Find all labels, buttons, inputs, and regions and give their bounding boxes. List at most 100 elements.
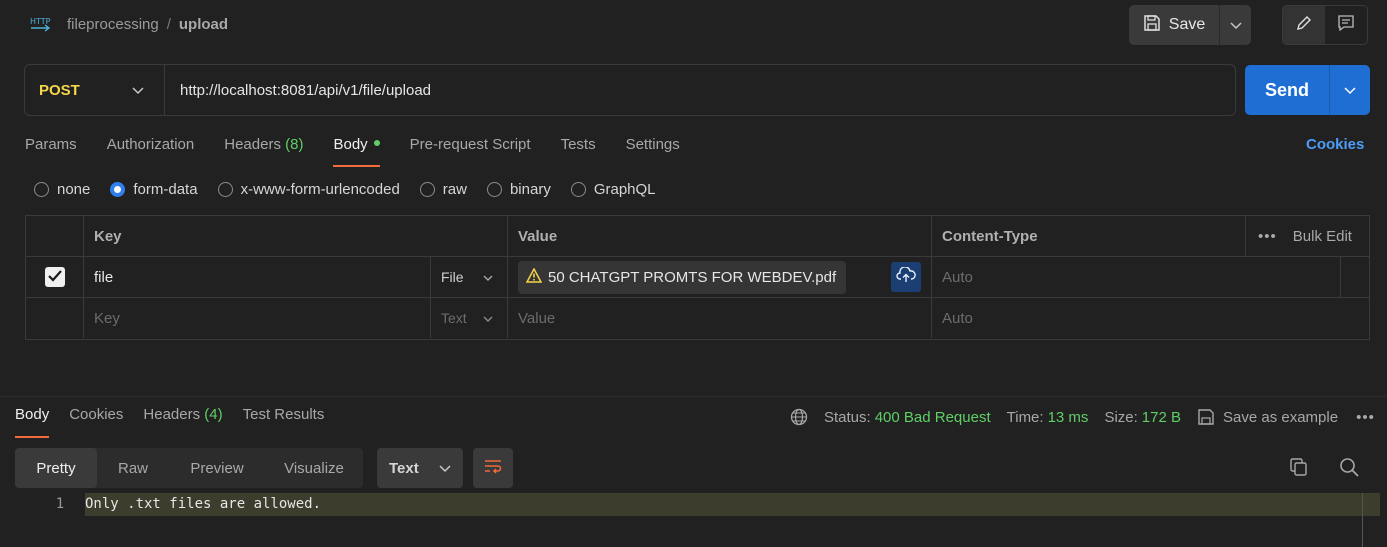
status-label: Status: <box>824 408 871 426</box>
radio-x-www-form-urlencoded[interactable]: x-www-form-urlencoded <box>217 181 400 198</box>
upload-file-button[interactable] <box>891 262 921 292</box>
view-raw[interactable]: Raw <box>97 448 169 488</box>
view-visualize[interactable]: Visualize <box>265 448 363 488</box>
table-header-row: Key Value Content-Type ••• Bulk Edit <box>26 216 1369 257</box>
file-chip[interactable]: 50 CHATGPT PROMTS FOR WEBDEV.pdf <box>518 260 847 294</box>
tab-label: Test Results <box>242 406 325 423</box>
response-tab-test-results[interactable]: Test Results <box>243 406 325 436</box>
radio-graphql[interactable]: GraphQL <box>570 181 656 198</box>
key-type-label: Text <box>441 310 467 326</box>
radio-circle-selected <box>110 182 126 197</box>
send-button-group: Send <box>1245 65 1370 115</box>
time-value: 13 ms <box>1047 408 1089 426</box>
comments-button[interactable] <box>1325 6 1367 44</box>
copy-button[interactable] <box>1288 456 1310 482</box>
radio-binary[interactable]: binary <box>486 181 551 198</box>
row-enable-checkbox[interactable] <box>44 267 65 287</box>
search-button[interactable] <box>1338 456 1360 482</box>
key-placeholder[interactable]: Key <box>83 298 430 338</box>
key-cell[interactable]: file <box>83 257 430 297</box>
radio-circle <box>486 182 502 197</box>
save-as-example-label: Save as example <box>1223 408 1339 426</box>
breadcrumb-collection[interactable]: fileprocessing <box>67 16 159 33</box>
radio-raw[interactable]: raw <box>419 181 467 198</box>
value-cell: 50 CHATGPT PROMTS FOR WEBDEV.pdf <box>507 257 931 297</box>
url-input[interactable]: http://localhost:8081/api/v1/file/upload <box>165 82 431 99</box>
content-type-placeholder[interactable]: Auto <box>931 298 1369 338</box>
bulk-edit-button[interactable]: Bulk Edit <box>1293 228 1352 245</box>
copy-icon <box>1288 458 1310 482</box>
scrollbar[interactable] <box>1362 493 1380 547</box>
tab-params[interactable]: Params <box>25 136 77 166</box>
tab-label: Tests <box>560 136 596 153</box>
radio-circle <box>419 182 435 197</box>
status-group[interactable]: Status: 400 Bad Request <box>824 409 991 426</box>
radio-circle <box>570 182 586 197</box>
cloud-upload-icon <box>896 266 916 287</box>
tab-body[interactable]: Body <box>333 136 380 167</box>
view-preview[interactable]: Preview <box>169 448 265 488</box>
save-button[interactable]: Save <box>1129 5 1219 45</box>
wrap-lines-button[interactable] <box>473 448 513 488</box>
cookies-link[interactable]: Cookies <box>1306 136 1364 153</box>
checkbox-column-header <box>26 216 83 256</box>
tab-pre-request-script[interactable]: Pre-request Script <box>410 136 531 166</box>
method-label: POST <box>39 81 80 99</box>
radio-label: form-data <box>133 181 198 198</box>
size-group[interactable]: Size: 172 B <box>1104 409 1181 426</box>
key-type-select[interactable]: File <box>430 257 507 297</box>
globe-icon[interactable] <box>790 408 808 426</box>
url-bar: POST http://localhost:8081/api/v1/file/u… <box>24 64 1236 116</box>
tab-label: Authorization <box>106 136 195 153</box>
response-tab-cookies[interactable]: Cookies <box>69 406 123 436</box>
radio-form-data[interactable]: form-data <box>110 181 198 198</box>
more-options-icon[interactable]: ••• <box>1356 409 1375 426</box>
bulk-edit-area: ••• Bulk Edit <box>1245 216 1369 256</box>
radio-label: binary <box>509 181 551 198</box>
row-enable-checkbox-cell <box>26 257 83 297</box>
chevron-down-icon <box>1229 17 1242 34</box>
response-view-toggle: Pretty Raw Preview Visualize <box>15 448 363 488</box>
table-row: Key Text Value Auto <box>26 298 1369 339</box>
response-tab-body[interactable]: Body <box>15 406 50 438</box>
edit-button[interactable] <box>1283 6 1325 44</box>
radio-none[interactable]: none <box>34 181 90 198</box>
time-group[interactable]: Time: 13 ms <box>1007 409 1089 426</box>
tab-label: Cookies <box>69 406 124 423</box>
response-tabs: Body Cookies Headers (4) Test Results <box>15 405 344 438</box>
radio-circle <box>34 182 49 197</box>
save-icon <box>1143 14 1161 37</box>
pane-divider[interactable] <box>0 396 1387 397</box>
breadcrumb-request-name[interactable]: upload <box>179 16 228 33</box>
radio-label: raw <box>442 181 467 198</box>
key-type-select[interactable]: Text <box>430 298 507 338</box>
tab-label: Headers <box>143 406 201 423</box>
pencil-icon <box>1295 14 1313 36</box>
send-button[interactable]: Send <box>1245 65 1329 115</box>
tab-settings[interactable]: Settings <box>626 136 680 166</box>
request-tabs: Params Authorization Headers (8) Body Pr… <box>25 135 710 167</box>
format-label: Text <box>389 459 419 477</box>
table-row: file File 50 CHATGPT PROMTS FOR WEBDEV.p… <box>26 257 1369 298</box>
tab-label: Body <box>333 136 368 153</box>
save-as-example-button[interactable]: Save as example <box>1197 408 1338 426</box>
radio-label: x-www-form-urlencoded <box>240 181 400 198</box>
save-options-dropdown[interactable] <box>1220 5 1251 45</box>
search-icon <box>1338 458 1360 482</box>
tab-tests[interactable]: Tests <box>561 136 596 166</box>
method-select[interactable]: POST <box>25 65 165 115</box>
more-options-icon[interactable]: ••• <box>1258 228 1277 245</box>
tab-headers[interactable]: Headers (8) <box>224 136 303 166</box>
row-actions-cell <box>1340 257 1369 297</box>
radio-label: none <box>57 181 91 198</box>
chevron-down-icon <box>439 460 451 477</box>
content-type-cell[interactable]: Auto <box>931 257 1340 297</box>
view-pretty[interactable]: Pretty <box>15 448 97 488</box>
response-format-select[interactable]: Text <box>377 448 463 488</box>
response-body-text[interactable]: Only .txt files are allowed. <box>85 493 1380 516</box>
tab-authorization[interactable]: Authorization <box>107 136 195 166</box>
response-tab-headers[interactable]: Headers (4) <box>143 406 222 436</box>
value-placeholder[interactable]: Value <box>507 298 931 338</box>
key-type-label: File <box>441 269 464 285</box>
send-options-dropdown[interactable] <box>1330 65 1370 115</box>
